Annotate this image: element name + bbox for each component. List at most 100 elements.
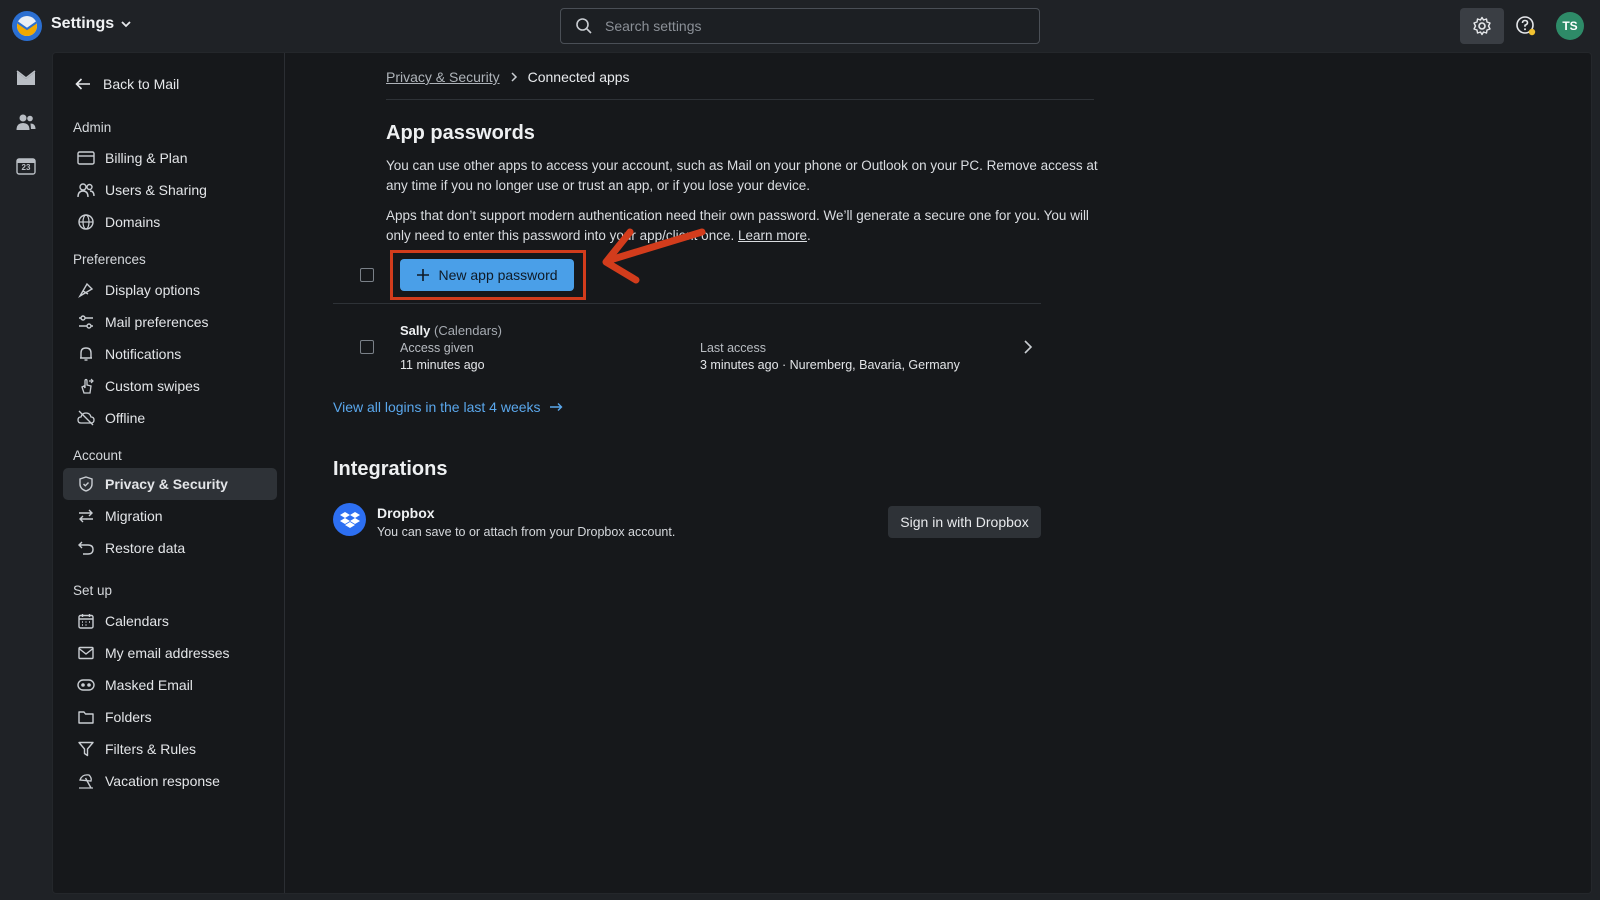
main-content: Privacy & Security Connected apps App pa… xyxy=(334,53,1593,893)
calendar-day: 23 xyxy=(21,163,31,172)
cloud-off-icon xyxy=(77,409,95,427)
breadcrumb-privacy-security[interactable]: Privacy & Security xyxy=(386,69,500,85)
sidebar-item-label: Users & Sharing xyxy=(105,182,207,198)
group-heading-admin: Admin xyxy=(73,120,112,135)
settings-menu-button[interactable]: Settings xyxy=(51,15,132,33)
shield-icon xyxy=(77,475,95,493)
search-input[interactable] xyxy=(605,18,1005,34)
sidebar-item-folders[interactable]: Folders xyxy=(63,701,277,733)
help-button[interactable] xyxy=(1504,8,1548,44)
row-status: Access given xyxy=(400,341,474,355)
sidebar-item-label: Notifications xyxy=(105,346,182,362)
sidebar-item-label: Custom swipes xyxy=(105,378,200,394)
sidebar-item-label: Vacation response xyxy=(105,773,220,789)
settings-panel: Back to Mail Admin Billing & Plan Users … xyxy=(52,52,1592,894)
app-title: Settings xyxy=(51,15,115,32)
divider xyxy=(386,99,1094,100)
divider xyxy=(333,303,1041,304)
sidebar-item-masked-email[interactable]: Masked Email xyxy=(63,669,277,701)
sidebar-item-display-options[interactable]: Display options xyxy=(63,274,277,306)
bell-icon xyxy=(77,345,95,363)
group-heading-account: Account xyxy=(73,448,122,463)
paint-icon xyxy=(77,281,95,299)
sidebar-item-label: Mail preferences xyxy=(105,314,209,330)
folder-icon xyxy=(77,708,95,726)
mail-icon xyxy=(16,70,36,85)
sidebar-item-label: Filters & Rules xyxy=(105,741,197,757)
sidebar-item-domains[interactable]: Domains xyxy=(63,206,277,238)
app-passwords-note: Apps that don’t support modern authentic… xyxy=(386,206,1098,246)
sidebar-item-migration[interactable]: Migration xyxy=(63,500,277,532)
sidebar-item-label: Domains xyxy=(105,214,161,230)
integration-description: You can save to or attach from your Drop… xyxy=(377,525,676,539)
new-app-password-label: New app password xyxy=(438,267,558,283)
app-passwords-title: App passwords xyxy=(386,122,535,144)
sidebar-item-label: Folders xyxy=(105,709,152,725)
select-all-checkbox[interactable] xyxy=(360,268,374,282)
migrate-icon xyxy=(77,507,95,525)
row-app-name: Sally xyxy=(400,323,431,338)
mail-app-button[interactable] xyxy=(14,66,38,90)
chevron-down-icon xyxy=(121,21,131,28)
integration-name: Dropbox xyxy=(377,505,435,521)
plus-icon xyxy=(417,269,430,281)
group-heading-setup: Set up xyxy=(73,583,113,598)
new-app-password-button[interactable]: New app password xyxy=(400,259,574,291)
view-all-logins-link[interactable]: View all logins in the last 4 weeks xyxy=(333,399,563,415)
sidebar-item-label: Privacy & Security xyxy=(105,476,228,492)
row-name: Sally (Calendars) xyxy=(400,323,502,338)
top-bar: Settings TS xyxy=(0,0,1600,52)
row-app-tag: (Calendars) xyxy=(433,323,502,338)
sidebar-item-filters-rules[interactable]: Filters & Rules xyxy=(63,733,277,765)
help-icon xyxy=(1516,16,1536,36)
filter-icon xyxy=(77,740,95,758)
search-icon xyxy=(576,18,592,34)
view-all-logins-label: View all logins in the last 4 weeks xyxy=(333,399,541,415)
users-icon xyxy=(77,181,95,199)
contacts-icon xyxy=(16,114,36,130)
sidebar-item-custom-swipes[interactable]: Custom swipes xyxy=(63,370,277,402)
sidebar-item-offline[interactable]: Offline xyxy=(63,402,277,434)
annotation-arrow-icon xyxy=(602,228,706,284)
user-avatar[interactable]: TS xyxy=(1556,12,1584,40)
sidebar-item-privacy-security[interactable]: Privacy & Security xyxy=(63,468,277,500)
chevron-right-icon[interactable] xyxy=(1023,339,1033,355)
sidebar-item-label: Restore data xyxy=(105,540,186,556)
sidebar-item-vacation-response[interactable]: Vacation response xyxy=(63,765,277,797)
sidebar-item-label: Offline xyxy=(105,410,146,426)
app-logo-icon[interactable] xyxy=(12,11,42,41)
row-checkbox[interactable] xyxy=(360,340,374,354)
sidebar-item-email-addresses[interactable]: My email addresses xyxy=(63,637,277,669)
sliders-icon xyxy=(77,313,95,331)
sidebar-item-billing[interactable]: Billing & Plan xyxy=(63,142,277,174)
row-last-access-value: 3 minutes ago · Nuremberg, Bavaria, Germ… xyxy=(700,358,960,372)
row-time: 11 minutes ago xyxy=(400,358,485,372)
sidebar-item-calendars[interactable]: Calendars xyxy=(63,605,277,637)
sidebar-item-mail-preferences[interactable]: Mail preferences xyxy=(63,306,277,338)
sidebar-item-label: Display options xyxy=(105,282,200,298)
sidebar-item-label: Calendars xyxy=(105,613,169,629)
calendar-icon xyxy=(77,612,95,630)
envelope-icon xyxy=(77,644,95,662)
integrations-title: Integrations xyxy=(333,458,448,480)
sidebar-item-restore-data[interactable]: Restore data xyxy=(63,532,277,564)
contacts-app-button[interactable] xyxy=(14,110,38,134)
row-last-access-label: Last access xyxy=(700,341,767,355)
sidebar-item-label: Billing & Plan xyxy=(105,150,188,166)
group-heading-preferences: Preferences xyxy=(73,252,146,267)
calendar-app-button[interactable]: 23 xyxy=(14,154,38,178)
search-bar[interactable] xyxy=(560,8,1040,44)
settings-sidebar: Back to Mail Admin Billing & Plan Users … xyxy=(53,53,285,893)
back-to-mail-link[interactable]: Back to Mail xyxy=(75,76,179,92)
globe-icon xyxy=(77,213,95,231)
sidebar-item-label: Masked Email xyxy=(105,677,193,693)
note-period: . xyxy=(807,228,811,243)
sidebar-item-notifications[interactable]: Notifications xyxy=(63,338,277,370)
settings-button[interactable] xyxy=(1460,8,1504,44)
card-icon xyxy=(77,149,95,167)
learn-more-link[interactable]: Learn more xyxy=(738,228,807,243)
sidebar-item-users[interactable]: Users & Sharing xyxy=(63,174,277,206)
sign-in-dropbox-button[interactable]: Sign in with Dropbox xyxy=(888,506,1041,538)
breadcrumb: Privacy & Security Connected apps xyxy=(386,69,630,85)
breadcrumb-current: Connected apps xyxy=(527,69,630,85)
